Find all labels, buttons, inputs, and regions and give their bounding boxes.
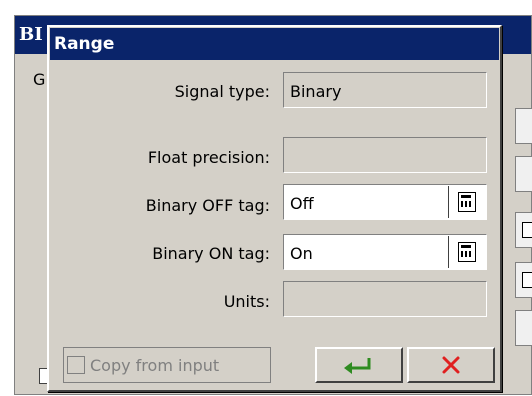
- binary-on-tag-value: On: [290, 244, 313, 263]
- binary-on-tag-picker-button[interactable]: [448, 236, 485, 268]
- ok-button[interactable]: [315, 347, 403, 383]
- red-x-icon: [442, 356, 460, 374]
- units-field: [283, 281, 487, 317]
- background-control: [515, 156, 532, 192]
- copy-from-input-checkbox[interactable]: Copy from input: [63, 347, 271, 383]
- background-control: [515, 108, 532, 144]
- dialog-title-bar[interactable]: Range: [50, 28, 499, 60]
- signal-type-value: Binary: [290, 82, 342, 101]
- binary-on-tag-label: Binary ON tag:: [152, 244, 270, 263]
- signal-type-field: Binary: [283, 72, 487, 108]
- copy-from-input-checkbox-box[interactable]: [67, 356, 85, 374]
- copy-from-input-label: Copy from input: [90, 356, 220, 375]
- calculator-icon: [458, 192, 476, 212]
- float-precision-field: [283, 137, 487, 173]
- units-label: Units:: [223, 292, 270, 311]
- background-tab-label: G: [33, 70, 46, 89]
- float-precision-label: Float precision:: [147, 148, 270, 167]
- binary-off-tag-label: Binary OFF tag:: [145, 196, 270, 215]
- signal-type-label: Signal type:: [174, 82, 270, 101]
- enter-arrow-icon: [344, 358, 371, 374]
- binary-on-tag-field[interactable]: On: [283, 234, 487, 270]
- background-control: [515, 212, 532, 248]
- calculator-icon: [458, 242, 476, 262]
- background-control: [515, 310, 532, 346]
- binary-off-tag-value: Off: [290, 194, 314, 213]
- cancel-button[interactable]: [407, 347, 495, 383]
- range-dialog: Range Signal type: Binary Float precisio…: [47, 25, 502, 392]
- dialog-title: Range: [54, 34, 115, 54]
- background-window-title: BI: [19, 24, 43, 45]
- background-control: [515, 262, 532, 298]
- binary-off-tag-field[interactable]: Off: [283, 184, 487, 220]
- binary-off-tag-picker-button[interactable]: [448, 186, 485, 218]
